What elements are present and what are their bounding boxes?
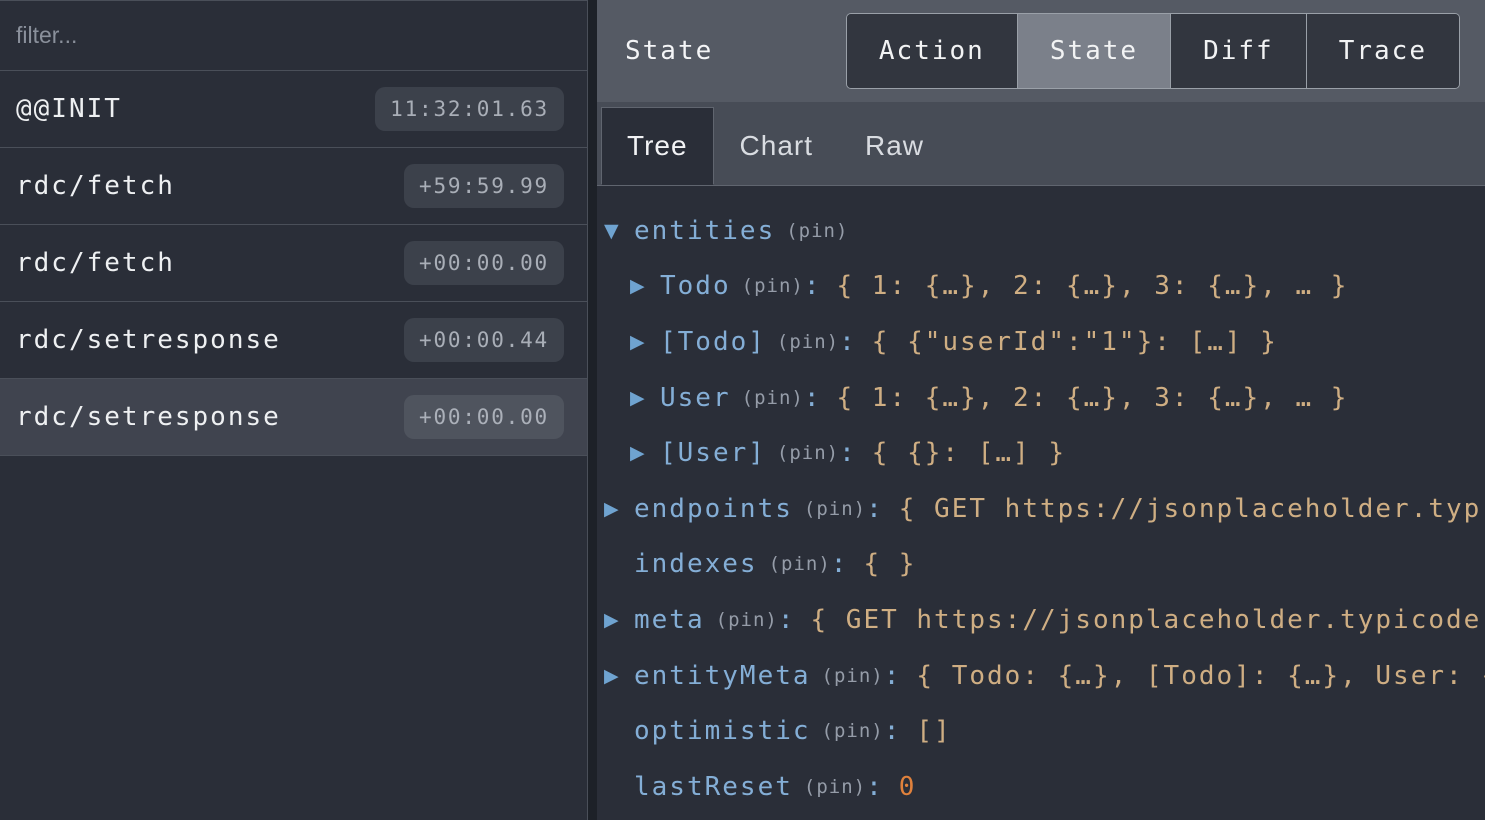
- action-name: rdc/fetch: [16, 248, 175, 278]
- tree-row: ▶entityMeta (pin): { Todo: {…}, [Todo]: {……: [597, 648, 1485, 704]
- action-name: rdc/setresponse: [16, 325, 281, 355]
- pin-link[interactable]: (pin): [769, 553, 831, 575]
- tree-value-preview: { 1: {…}, 2: {…}, 3: {…}, … }: [836, 383, 1348, 413]
- tree-row: ▶User (pin): { 1: {…}, 2: {…}, 3: {…}, … }: [597, 370, 1485, 426]
- redux-devtools: @@INIT11:32:01.63rdc/fetch+59:59.99rdc/f…: [0, 0, 1485, 820]
- tree-key[interactable]: optimistic: [634, 716, 811, 746]
- action-name: rdc/fetch: [16, 171, 175, 201]
- expand-arrow-icon[interactable]: ▶: [630, 442, 660, 464]
- action-name: rdc/setresponse: [16, 402, 281, 432]
- key-colon: :: [804, 383, 822, 413]
- action-row[interactable]: rdc/fetch +00:00.00: [0, 225, 587, 302]
- tab-state[interactable]: State: [1017, 14, 1170, 88]
- tree-key[interactable]: endpoints: [634, 494, 793, 524]
- expand-arrow-icon[interactable]: ▶: [604, 498, 634, 520]
- filter-row: [0, 1, 587, 71]
- pin-link[interactable]: (pin): [777, 331, 839, 353]
- state-tree: ▼entities(pin)▶Todo(pin):{ 1: {…}, 2: {……: [597, 186, 1485, 820]
- tree-key[interactable]: entityMeta: [634, 661, 811, 691]
- tree-value-preview: []: [916, 716, 951, 746]
- inspector-tabs: ActionStateDiffTrace: [846, 13, 1460, 89]
- tree-row: ▶[User] (pin): { {}: […] }: [597, 425, 1485, 481]
- action-timestamp-badge: +00:00.44: [404, 318, 564, 362]
- key-colon: :: [866, 494, 884, 524]
- pin-link[interactable]: (pin): [822, 720, 884, 742]
- action-row[interactable]: @@INIT 11:32:01.63: [0, 71, 587, 148]
- key-colon: :: [804, 271, 822, 301]
- action-timestamp-badge: +59:59.99: [404, 164, 564, 208]
- pin-link[interactable]: (pin): [804, 498, 866, 520]
- tree-row: ▶Todo (pin): { 1: {…}, 2: {…}, 3: {…}, … }: [597, 259, 1485, 315]
- tab-action[interactable]: Action: [847, 14, 1017, 88]
- pin-link[interactable]: (pin): [777, 442, 839, 464]
- collapse-arrow-icon[interactable]: ▼: [604, 220, 634, 242]
- expand-arrow-icon[interactable]: ▶: [604, 665, 634, 687]
- pin-link[interactable]: (pin): [822, 665, 884, 687]
- key-colon: :: [866, 772, 884, 802]
- pin-link[interactable]: (pin): [742, 387, 804, 409]
- action-name: @@INIT: [16, 94, 122, 124]
- action-row[interactable]: rdc/setresponse +00:00.44: [0, 302, 587, 379]
- state-subtabs: TreeChartRaw: [597, 102, 1485, 186]
- tree-row: ▶meta (pin): { GET https://jsonplaceholder…: [597, 592, 1485, 648]
- subtab-chart[interactable]: Chart: [714, 107, 839, 185]
- key-colon: :: [884, 716, 902, 746]
- key-colon: :: [778, 605, 796, 635]
- tree-key[interactable]: Todo: [660, 271, 731, 301]
- action-timestamp-badge: 11:32:01.63: [375, 87, 564, 131]
- tree-key[interactable]: meta: [634, 605, 705, 635]
- tree-row: ▶endpoints (pin): { GET https://jsonplaceh…: [597, 481, 1485, 537]
- subtab-raw[interactable]: Raw: [839, 107, 950, 185]
- tree-key[interactable]: entities: [634, 216, 775, 246]
- tree-value-preview: { {}: […] }: [872, 438, 1066, 468]
- action-filter-input[interactable]: [0, 1, 587, 70]
- inspector-header: State ActionStateDiffTrace: [597, 0, 1485, 102]
- key-colon: :: [839, 438, 857, 468]
- action-list: @@INIT11:32:01.63rdc/fetch+59:59.99rdc/f…: [0, 71, 587, 820]
- tree-value-preview: { GET https://jsonplaceholder.typ: [899, 494, 1482, 524]
- expand-arrow-icon[interactable]: ▶: [630, 331, 660, 353]
- tree-value-preview: { Todo: {…}, [Todo]: {…}, User: {…}: [916, 661, 1485, 691]
- key-colon: :: [884, 661, 902, 691]
- tree-row: optimistic (pin): []: [597, 703, 1485, 759]
- key-colon: :: [839, 327, 857, 357]
- tree-key[interactable]: [User]: [660, 438, 766, 468]
- pin-link[interactable]: (pin): [804, 776, 866, 798]
- tree-value-preview: { GET https://jsonplaceholder.typicode: [810, 605, 1481, 635]
- action-row[interactable]: rdc/setresponse +00:00.00: [0, 379, 587, 456]
- subtab-tree[interactable]: Tree: [601, 107, 714, 185]
- tree-value-preview: { {"userId":"1"}: […] }: [872, 327, 1278, 357]
- tree-key[interactable]: [Todo]: [660, 327, 766, 357]
- pin-link[interactable]: (pin): [786, 220, 848, 242]
- tree-row: ▶[Todo] (pin): { {"userId":"1"}: […] }: [597, 314, 1485, 370]
- pin-link[interactable]: (pin): [742, 275, 804, 297]
- tab-diff[interactable]: Diff: [1170, 14, 1306, 88]
- tree-key[interactable]: User: [660, 383, 731, 413]
- tree-value-preview: 0: [899, 772, 917, 802]
- action-row[interactable]: rdc/fetch +59:59.99: [0, 148, 587, 225]
- key-colon: :: [831, 549, 849, 579]
- action-list-panel: @@INIT11:32:01.63rdc/fetch+59:59.99rdc/f…: [0, 0, 588, 820]
- expand-arrow-icon[interactable]: ▶: [630, 387, 660, 409]
- tree-row: lastReset (pin):0: [597, 759, 1485, 815]
- tree-value-preview: { }: [863, 549, 916, 579]
- expand-arrow-icon[interactable]: ▶: [604, 609, 634, 631]
- action-timestamp-badge: +00:00.00: [404, 395, 564, 439]
- inspector-title: State: [625, 36, 713, 66]
- tree-key[interactable]: indexes: [634, 549, 758, 579]
- tab-trace[interactable]: Trace: [1306, 14, 1459, 88]
- expand-arrow-icon[interactable]: ▶: [630, 275, 660, 297]
- action-timestamp-badge: +00:00.00: [404, 241, 564, 285]
- tree-row: ▼entities (pin): [597, 203, 1485, 259]
- pin-link[interactable]: (pin): [716, 609, 778, 631]
- tree-row: indexes (pin): { }: [597, 537, 1485, 593]
- tree-key[interactable]: lastReset: [634, 772, 793, 802]
- panel-resizer[interactable]: [588, 0, 597, 820]
- inspector-panel: State ActionStateDiffTrace TreeChartRaw …: [597, 0, 1485, 820]
- tree-value-preview: { 1: {…}, 2: {…}, 3: {…}, … }: [836, 271, 1348, 301]
